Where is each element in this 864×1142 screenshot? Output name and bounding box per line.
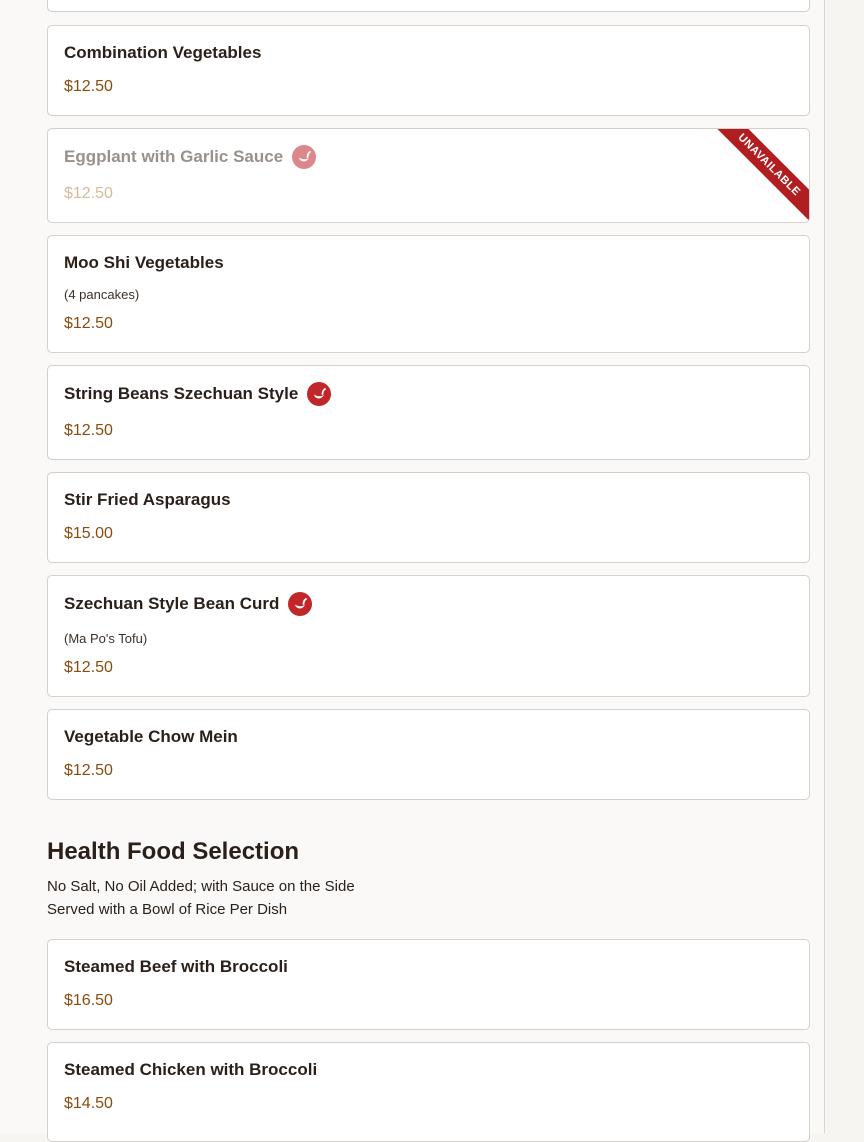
spicy-pepper-icon [292, 145, 317, 169]
menu-item-card[interactable]: Szechuan Style Bean Curd (Ma Po's Tofu) … [47, 575, 810, 697]
menu-item-price: $16.50 [64, 992, 113, 1009]
section-note: No Salt, No Oil Added; with Sauce on the… [47, 878, 355, 895]
menu-item-card[interactable]: Combination Vegetables $12.50 [47, 25, 810, 116]
menu-item-price: $15.00 [64, 525, 113, 542]
section-title: Health Food Selection [47, 838, 300, 865]
menu-item-card[interactable]: Moo Shi Vegetables (4 pancakes) $12.50 [47, 235, 810, 353]
section-note: Served with a Bowl of Rice Per Dish [47, 901, 288, 918]
menu-item-name: Szechuan Style Bean Curd [64, 592, 313, 616]
menu-item-price: $12.50 [64, 78, 113, 95]
menu-item-name: Eggplant with Garlic Sauce [64, 145, 317, 169]
menu-item-name: Combination Vegetables [64, 43, 262, 62]
menu-item-price: $12.50 [64, 422, 113, 439]
spicy-pepper-icon [307, 382, 332, 406]
unavailable-badge: UNAVAILABLE [715, 129, 809, 222]
menu-page: Combination Vegetables $12.50 Eggplant w… [0, 0, 825, 1142]
menu-item-price: $14.50 [64, 1095, 113, 1112]
menu-item-card-unavailable[interactable]: Eggplant with Garlic Sauce $12.50 UNAVAI… [47, 128, 810, 223]
menu-item-card-partial[interactable] [47, 0, 810, 12]
spicy-pepper-icon [288, 592, 313, 616]
menu-item-price: $12.50 [64, 315, 113, 332]
menu-item-name: Moo Shi Vegetables [64, 253, 224, 272]
menu-item-card[interactable]: String Beans Szechuan Style $12.50 [47, 365, 810, 460]
menu-item-name: Stir Fried Asparagus [64, 490, 231, 509]
menu-item-card[interactable]: Stir Fried Asparagus $15.00 [47, 472, 810, 563]
menu-item-name: Vegetable Chow Mein [64, 727, 238, 746]
menu-item-description: (4 pancakes) [64, 287, 140, 302]
menu-item-card[interactable]: Vegetable Chow Mein $12.50 [47, 709, 810, 800]
menu-item-name: Steamed Chicken with Broccoli [64, 1060, 318, 1079]
menu-item-name: Steamed Beef with Broccoli [64, 957, 288, 976]
menu-item-name: String Beans Szechuan Style [64, 382, 332, 406]
menu-item-price: $12.50 [64, 185, 113, 202]
menu-item-card[interactable]: Steamed Beef with Broccoli $16.50 [47, 939, 810, 1030]
menu-item-description: (Ma Po's Tofu) [64, 631, 148, 646]
menu-item-card[interactable]: Steamed Chicken with Broccoli $14.50 [47, 1042, 810, 1142]
menu-item-price: $12.50 [64, 762, 113, 779]
menu-item-price: $12.50 [64, 659, 113, 676]
unavailable-ribbon: UNAVAILABLE [715, 129, 809, 222]
